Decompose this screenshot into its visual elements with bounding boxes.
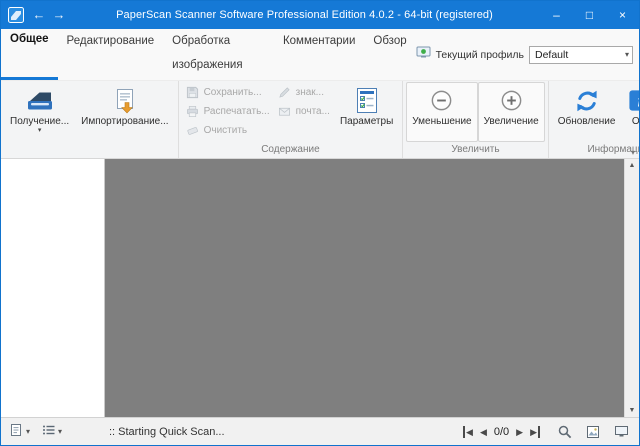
tab-general[interactable]: Общее — [1, 29, 58, 80]
zoom-in-button[interactable]: Увеличение — [478, 82, 545, 142]
import-button[interactable]: Импортирование... — [75, 82, 174, 142]
back-button[interactable]: ← — [29, 1, 49, 29]
group-caption-content: Содержание — [182, 143, 400, 158]
previous-page-button[interactable]: ◀ — [480, 426, 487, 438]
screen-fit-icon[interactable] — [614, 425, 629, 438]
ribbon-collapse-button[interactable]: ▾ — [631, 148, 635, 157]
ribbon-group-acquire: Получение... ▾ Импортирование... — [1, 81, 179, 158]
window-controls: – □ × — [540, 1, 639, 29]
main-content: ▲ ▼ — [1, 159, 639, 417]
close-button[interactable]: × — [606, 1, 639, 29]
forward-button[interactable]: → — [49, 1, 69, 29]
ribbon-tabs: Общее Редактирование Обработка изображен… — [1, 29, 416, 80]
document-canvas — [105, 159, 624, 417]
ribbon: Получение... ▾ Импортирование... — [1, 81, 639, 159]
magnifier-icon[interactable] — [558, 425, 572, 439]
pen-icon — [278, 86, 292, 100]
last-page-button[interactable]: ▶ — [530, 426, 540, 438]
page-navigation: ◀ ◀ 0/0 ▶ ▶ — [463, 426, 540, 438]
ribbon-group-zoom: Уменьшение Увеличение Увеличить — [403, 81, 548, 158]
page-indicator: 0/0 — [494, 426, 509, 438]
vertical-scrollbar[interactable]: ▲ ▼ — [624, 159, 639, 417]
status-bar: ▾ ▾ :: Starting Quick Scan... ◀ ◀ 0/0 ▶ … — [1, 417, 639, 445]
ribbon-tab-bar: Общее Редактирование Обработка изображен… — [1, 29, 639, 81]
page-thumbnail-icon — [10, 423, 23, 440]
minus-circle-icon — [429, 87, 454, 114]
maximize-button[interactable]: □ — [573, 1, 606, 29]
acquire-button[interactable]: Получение... ▾ — [4, 82, 75, 142]
status-message: :: Starting Quick Scan... — [109, 426, 225, 438]
print-button[interactable]: Распечатать... — [182, 102, 274, 121]
first-page-button[interactable]: ◀ — [463, 426, 473, 438]
save-button[interactable]: Сохранить... — [182, 83, 274, 102]
next-page-button[interactable]: ▶ — [516, 426, 523, 438]
printer-icon — [186, 105, 200, 119]
options-button[interactable]: Параметры — [334, 82, 399, 142]
mail-button[interactable]: почта... — [274, 102, 334, 121]
scanner-icon — [26, 87, 54, 114]
list-icon — [42, 424, 55, 439]
save-icon — [186, 86, 200, 100]
zoom-out-button[interactable]: Уменьшение — [406, 82, 477, 142]
clear-button[interactable]: Очистить — [182, 121, 274, 140]
monitor-icon — [416, 46, 431, 64]
watermark-button[interactable]: знак... — [274, 83, 334, 102]
thumbnail-size-dropdown[interactable]: ▾ — [6, 420, 34, 443]
thumbnail-toolbar: ▾ ▾ — [1, 420, 105, 443]
tab-image-processing[interactable]: Обработка изображения — [163, 29, 274, 80]
profile-label: Текущий профиль — [436, 49, 524, 61]
profile-select-value: Default — [535, 49, 625, 61]
minimize-button[interactable]: – — [540, 1, 573, 29]
scroll-down-button[interactable]: ▼ — [629, 407, 636, 414]
app-icon — [8, 7, 24, 23]
tab-comments[interactable]: Комментарии — [274, 29, 364, 80]
view-mode-dropdown[interactable]: ▾ — [38, 421, 66, 442]
title-bar: ← → PaperScan Scanner Software Professio… — [1, 1, 639, 29]
info-icon: i — [627, 87, 640, 114]
import-document-icon — [113, 87, 137, 114]
envelope-icon — [278, 105, 292, 119]
chevron-down-icon: ▾ — [58, 427, 62, 436]
group-caption-blank — [4, 143, 175, 158]
group-caption-info: Информация — [552, 143, 640, 158]
image-page-icon[interactable] — [586, 425, 600, 439]
app-window: ← → PaperScan Scanner Software Professio… — [0, 0, 640, 446]
tab-view[interactable]: Обзор — [364, 29, 415, 80]
chevron-down-icon: ▾ — [625, 50, 629, 59]
update-button[interactable]: Обновление — [552, 82, 622, 142]
checklist-icon — [354, 87, 380, 114]
about-button[interactable]: i О... — [621, 82, 640, 142]
group-caption-zoom: Увеличить — [406, 143, 544, 158]
refresh-icon — [574, 87, 600, 114]
scroll-up-button[interactable]: ▲ — [629, 162, 636, 169]
thumbnail-panel — [1, 159, 105, 417]
chevron-down-icon: ▾ — [38, 127, 42, 135]
window-title: PaperScan Scanner Software Professional … — [69, 9, 540, 21]
tab-editing[interactable]: Редактирование — [58, 29, 164, 80]
ribbon-group-content: Сохранить... Распечатать... Очистить — [179, 81, 404, 158]
profile-select[interactable]: Default ▾ — [529, 46, 633, 64]
plus-circle-icon — [499, 87, 524, 114]
eraser-icon — [186, 124, 200, 138]
chevron-down-icon: ▾ — [26, 427, 30, 436]
ribbon-group-info: Обновление i О... — [549, 81, 640, 158]
current-profile-cluster: Текущий профиль Default ▾ — [416, 29, 639, 80]
view-tools — [558, 425, 639, 439]
